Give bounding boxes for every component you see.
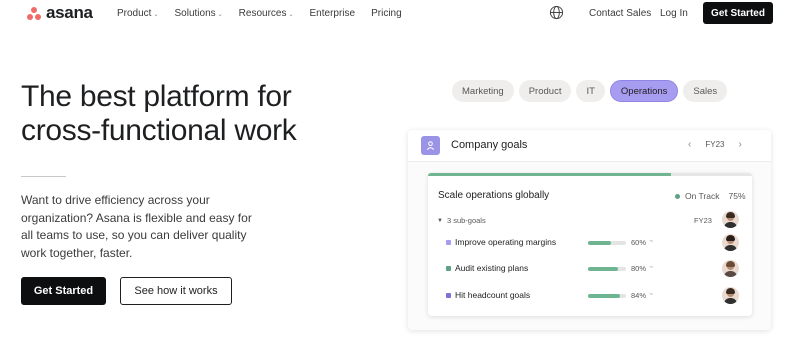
subgoal-row[interactable]: Improve operating margins 60% ⌁ bbox=[428, 233, 752, 253]
tab-it[interactable]: IT bbox=[576, 80, 605, 102]
globe-icon[interactable] bbox=[549, 5, 564, 20]
subgoal-progress-fill bbox=[588, 267, 619, 271]
card-header: Company goals ‹ FY23 › bbox=[408, 130, 771, 162]
menu-item-label: Product bbox=[117, 8, 152, 19]
tab-sales[interactable]: Sales bbox=[683, 80, 728, 102]
chevron-down-icon: ⌄ bbox=[217, 12, 223, 18]
get-started-button[interactable]: Get Started bbox=[21, 277, 106, 305]
subgoal-label: Improve operating margins bbox=[455, 237, 557, 247]
subgoals-toggle[interactable]: ▼ 3 sub-goals bbox=[437, 216, 486, 225]
subgoal-row[interactable]: Hit headcount goals 84% ⌁ bbox=[428, 286, 752, 306]
menu-item-label: Pricing bbox=[371, 8, 402, 19]
subgoal-percent: 84% bbox=[631, 291, 647, 300]
tab-product[interactable]: Product bbox=[518, 80, 572, 102]
goal-title: Scale operations globally bbox=[438, 190, 550, 201]
headline-line-2: cross-functional work bbox=[21, 114, 297, 147]
subgoal-dot-icon bbox=[446, 266, 451, 271]
team-tabs: Marketing Product IT Operations Sales bbox=[452, 80, 728, 102]
chevron-right-icon[interactable]: › bbox=[738, 139, 741, 150]
menu-item-resources[interactable]: Resources ⌄ bbox=[239, 8, 294, 19]
status-percent: 75% bbox=[728, 191, 746, 201]
fiscal-year-label: FY23 bbox=[705, 140, 725, 149]
goal-panel: Scale operations globally On Track 75% ▼… bbox=[428, 173, 752, 316]
chevron-down-icon: ⌄ bbox=[153, 12, 159, 18]
menu-item-pricing[interactable]: Pricing bbox=[371, 8, 402, 19]
menu-item-enterprise[interactable]: Enterprise bbox=[310, 8, 356, 19]
caret-down-icon: ▼ bbox=[437, 217, 443, 224]
goal-progress-track bbox=[428, 173, 752, 176]
goals-icon bbox=[421, 136, 440, 155]
top-nav: asana Product ⌄ Solutions ⌄ Resources ⌄ … bbox=[0, 0, 800, 27]
subgoal-progress-track bbox=[588, 267, 626, 271]
trend-icon: ⌁ bbox=[649, 291, 654, 298]
trend-icon: ⌁ bbox=[649, 264, 654, 271]
goal-progress-fill bbox=[428, 173, 671, 176]
main-menu: Product ⌄ Solutions ⌄ Resources ⌄ Enterp… bbox=[117, 8, 402, 19]
contact-sales-link[interactable]: Contact Sales bbox=[589, 8, 651, 19]
card-title: Company goals bbox=[451, 139, 528, 151]
status-dot-icon bbox=[675, 193, 680, 199]
subgoal-percent: 80% bbox=[631, 264, 647, 273]
avatar bbox=[722, 260, 739, 277]
subgoal-dot-icon bbox=[446, 240, 451, 245]
see-how-it-works-button[interactable]: See how it works bbox=[120, 277, 232, 305]
subgoals-label: 3 sub-goals bbox=[446, 216, 486, 225]
subgoal-progress-track bbox=[588, 241, 626, 245]
status-badge: On Track 75% bbox=[675, 191, 746, 201]
tab-operations[interactable]: Operations bbox=[609, 80, 679, 102]
avatar bbox=[722, 287, 739, 304]
trend-icon: ⌁ bbox=[649, 238, 654, 245]
subgoals-fy: FY23 bbox=[694, 216, 712, 225]
subgoal-progress-fill bbox=[588, 241, 611, 245]
status-text: On Track bbox=[685, 191, 720, 201]
subgoal-label: Hit headcount goals bbox=[455, 290, 531, 300]
fiscal-year-nav: ‹ FY23 › bbox=[688, 139, 742, 150]
log-in-link[interactable]: Log In bbox=[660, 8, 688, 19]
subgoal-row[interactable]: Audit existing plans 80% ⌁ bbox=[428, 259, 752, 279]
menu-item-product[interactable]: Product ⌄ bbox=[117, 8, 159, 19]
avatar bbox=[722, 234, 739, 251]
chevron-down-icon: ⌄ bbox=[288, 12, 294, 18]
asana-logo[interactable]: asana bbox=[27, 3, 93, 23]
subgoal-progress-track bbox=[588, 294, 626, 298]
tab-marketing[interactable]: Marketing bbox=[452, 80, 514, 102]
chevron-left-icon[interactable]: ‹ bbox=[688, 139, 691, 150]
menu-item-label: Enterprise bbox=[309, 8, 356, 19]
logo-text: asana bbox=[46, 3, 93, 22]
subgoal-percent: 60% bbox=[631, 238, 647, 247]
hero-subtext: Want to drive efficiency across your org… bbox=[21, 193, 252, 260]
subgoal-progress-fill bbox=[588, 294, 620, 298]
menu-item-label: Resources bbox=[238, 8, 287, 19]
asana-logo-icon bbox=[27, 6, 41, 20]
avatar bbox=[722, 211, 739, 228]
subgoal-dot-icon bbox=[446, 293, 451, 298]
nav-get-started-button[interactable]: Get Started bbox=[703, 2, 773, 24]
subgoal-label: Audit existing plans bbox=[455, 263, 529, 273]
menu-item-label: Solutions bbox=[174, 8, 216, 19]
headline-line-1: The best platform for bbox=[21, 80, 292, 113]
divider bbox=[21, 176, 66, 177]
hero-headline: The best platform for cross-functional w… bbox=[21, 80, 297, 148]
menu-item-solutions[interactable]: Solutions ⌄ bbox=[175, 8, 223, 19]
